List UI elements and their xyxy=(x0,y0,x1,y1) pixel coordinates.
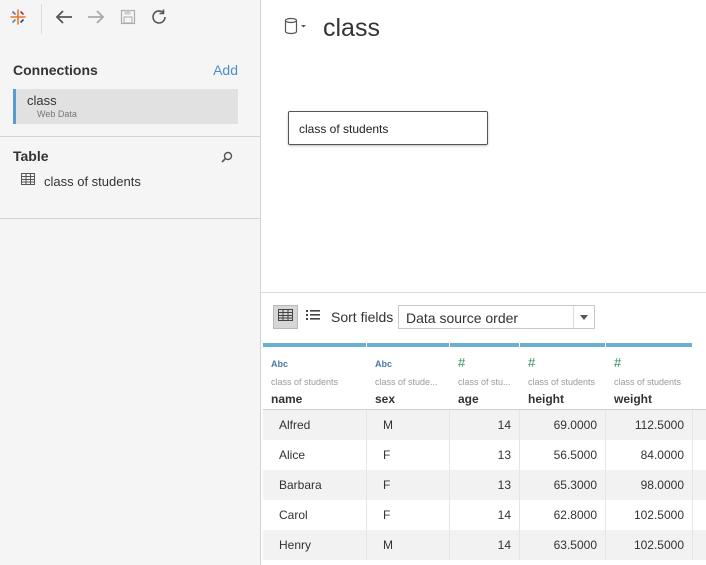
column-name: name xyxy=(271,392,303,406)
cell-age: 14 xyxy=(450,530,520,560)
table-row: Carol F 14 62.8000 102.5000 xyxy=(263,500,706,530)
table-list-item[interactable]: class of students xyxy=(21,172,141,190)
number-type-icon[interactable]: # xyxy=(458,355,465,370)
cell-name: Carol xyxy=(263,500,367,530)
chevron-down-icon[interactable] xyxy=(573,306,594,328)
cell-weight: 112.5000 xyxy=(606,410,693,440)
grid-view-button[interactable] xyxy=(273,305,298,329)
column-source: class of students xyxy=(614,377,682,387)
sort-fields-value: Data source order xyxy=(406,310,519,326)
cell-name: Henry xyxy=(263,530,367,560)
toolbar-separator xyxy=(41,4,42,34)
table-item-label: class of students xyxy=(44,173,141,189)
database-dropdown-icon[interactable] xyxy=(283,17,309,40)
cell-weight: 102.5000 xyxy=(606,500,693,530)
connections-header: Connections Add xyxy=(13,62,238,82)
cell-height: 56.5000 xyxy=(520,440,606,470)
grid-icon xyxy=(278,308,293,326)
column-name: weight xyxy=(614,392,652,406)
cell-weight: 84.0000 xyxy=(606,440,693,470)
column-source: class of stu... xyxy=(458,377,511,387)
string-type-icon[interactable]: Abc xyxy=(375,359,392,369)
cell-sex: F xyxy=(367,470,450,500)
cell-name: Alice xyxy=(263,440,367,470)
cell-weight: 98.0000 xyxy=(606,470,693,500)
connection-name: class xyxy=(27,93,57,108)
column-header-name[interactable]: Abc class of students name xyxy=(263,343,366,410)
number-type-icon[interactable]: # xyxy=(614,355,621,370)
column-header-height[interactable]: # class of students height xyxy=(520,343,605,410)
number-type-icon[interactable]: # xyxy=(528,355,535,370)
left-pane: Connections Add class Web Data Table cla… xyxy=(0,0,261,565)
list-view-button[interactable] xyxy=(303,306,323,328)
cell-sex: M xyxy=(367,530,450,560)
canvas-table-card[interactable]: class of students xyxy=(288,111,488,145)
search-icon[interactable] xyxy=(220,150,234,164)
datasource-title[interactable]: class xyxy=(323,14,380,43)
save-icon[interactable] xyxy=(116,5,140,29)
column-source: class of stude... xyxy=(375,377,438,387)
divider xyxy=(261,292,706,293)
sort-fields-label: Sort fields xyxy=(331,309,394,325)
cell-name: Alfred xyxy=(263,410,367,440)
column-source: class of students xyxy=(271,377,339,387)
cell-height: 65.3000 xyxy=(520,470,606,500)
cell-weight: 102.5000 xyxy=(606,530,693,560)
cell-age: 14 xyxy=(450,500,520,530)
cell-height: 69.0000 xyxy=(520,410,606,440)
table-section-header: Table xyxy=(13,148,238,168)
table-row: Henry M 14 63.5000 102.5000 xyxy=(263,530,706,560)
connections-title: Connections xyxy=(13,62,98,78)
string-type-icon[interactable]: Abc xyxy=(271,359,288,369)
cell-sex: F xyxy=(367,440,450,470)
toolbar xyxy=(0,0,260,36)
datasource-title-row: class xyxy=(283,12,380,44)
cell-height: 63.5000 xyxy=(520,530,606,560)
back-arrow-icon[interactable] xyxy=(52,5,76,29)
connection-item[interactable]: class Web Data xyxy=(13,89,238,124)
cell-age: 13 xyxy=(450,440,520,470)
tableau-logo-icon[interactable] xyxy=(6,5,30,29)
connection-type: Web Data xyxy=(37,109,77,119)
forward-arrow-icon[interactable] xyxy=(84,5,108,29)
column-header-sex[interactable]: Abc class of stude... sex xyxy=(367,343,449,410)
cell-age: 13 xyxy=(450,470,520,500)
column-name: sex xyxy=(375,392,396,406)
add-connection-link[interactable]: Add xyxy=(213,62,238,78)
cell-age: 14 xyxy=(450,410,520,440)
table-row: Barbara F 13 65.3000 98.0000 xyxy=(263,470,706,500)
column-name: age xyxy=(458,392,479,406)
table-grid-icon xyxy=(21,172,35,190)
list-icon xyxy=(306,308,320,326)
cell-name: Barbara xyxy=(263,470,367,500)
cell-sex: F xyxy=(367,500,450,530)
column-header-age[interactable]: # class of stu... age xyxy=(450,343,519,410)
cell-height: 62.8000 xyxy=(520,500,606,530)
table-section-title: Table xyxy=(13,148,49,164)
refresh-icon[interactable] xyxy=(147,5,171,29)
sort-fields-dropdown[interactable]: Data source order xyxy=(398,305,595,329)
column-header-weight[interactable]: # class of students weight xyxy=(606,343,692,410)
divider xyxy=(0,218,260,219)
column-source: class of students xyxy=(528,377,596,387)
table-row: Alfred M 14 69.0000 112.5000 xyxy=(263,410,706,440)
canvas-table-label: class of students xyxy=(299,122,389,136)
divider xyxy=(0,136,260,137)
column-name: height xyxy=(528,392,564,406)
table-row: Alice F 13 56.5000 84.0000 xyxy=(263,440,706,470)
cell-sex: M xyxy=(367,410,450,440)
